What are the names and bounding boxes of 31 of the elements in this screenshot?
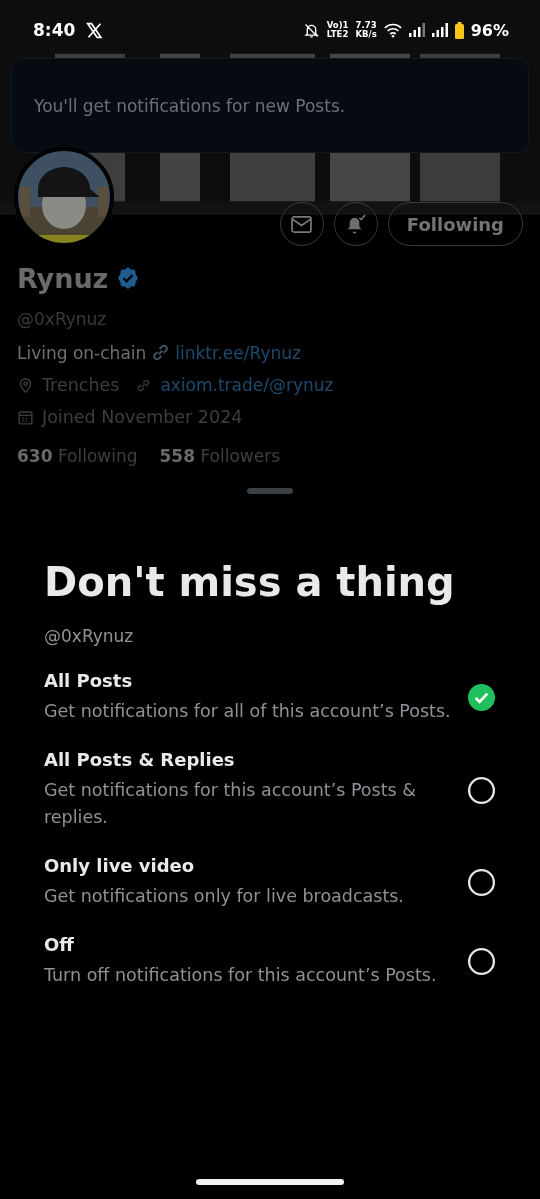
calendar-icon [17,408,34,426]
profile-handle: @0xRynuz [17,309,107,329]
envelope-icon [291,215,313,233]
option-description: Turn off notifications for this account’s Posts. [44,964,438,987]
option-description: Get notifications for this account’s Posts & replies. [44,779,417,829]
radio-checked-icon [467,683,496,712]
notification-option[interactable]: All Posts & Replies Get notifications for this account’s Posts & replies. [44,749,496,831]
location-pin-icon [17,376,34,394]
notification-option[interactable]: Off Turn off notifications for this account’s Posts. [44,934,496,989]
joined-date: Joined November 2024 [42,407,243,427]
option-description: Get notifications only for live broadcasts. [44,885,405,908]
radio-icon [467,775,496,805]
option-title: Only live video [44,855,196,876]
bio-link[interactable]: linktr.ee/Rynuz [175,342,301,363]
notification-option[interactable]: All Posts Get notifications for all of this account’s Posts. [44,670,496,725]
location-text: Trenches [42,375,120,395]
sheet-handle: @0xRynuz [44,626,135,646]
website-link[interactable]: axiom.trade/@rynuz [160,375,334,395]
notification-option[interactable]: Only live video Get notifications only for live broadcasts. [44,855,496,910]
radio-icon [467,868,496,897]
option-title: All Posts & Replies [44,749,236,770]
radio-icon [467,947,496,976]
followers-count[interactable]: 558 Followers [159,446,281,466]
sheet-title: Don't miss a thing [44,558,456,606]
option-title: Off [44,934,75,955]
bio-text: Living on-chain [17,342,147,363]
option-title: All Posts [44,670,134,691]
following-count[interactable]: 630 Following [17,446,138,466]
drag-handle[interactable] [247,488,293,494]
profile-name: Rynuz [17,262,109,294]
option-description: Get notifications for all of this account’s Posts. [44,700,452,723]
